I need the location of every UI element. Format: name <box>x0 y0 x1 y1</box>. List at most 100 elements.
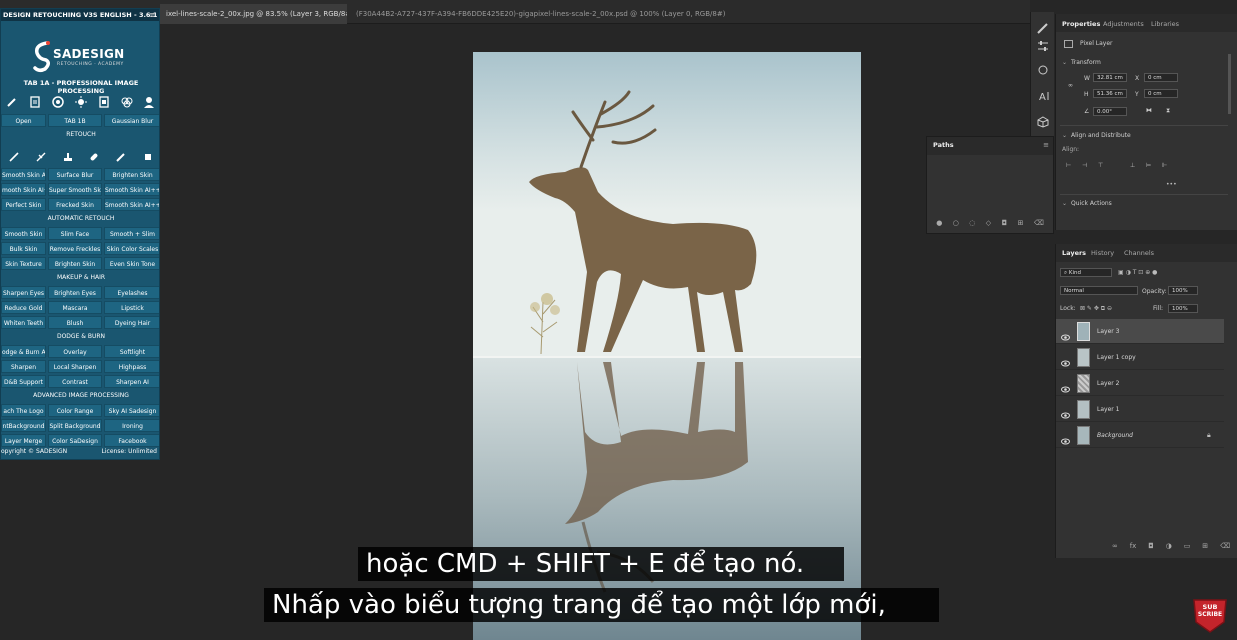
panel-menu-icon[interactable]: ≡ <box>1043 141 1049 149</box>
brighten-skin-2-button[interactable]: Brighten Skin <box>48 257 102 270</box>
pen-icon[interactable] <box>115 151 127 163</box>
trash-icon[interactable]: ⌫ <box>1034 219 1044 227</box>
fill-path-icon[interactable]: ● <box>936 219 942 227</box>
fill-field[interactable]: 100% <box>1168 304 1198 313</box>
layer-row[interactable]: Layer 1 <box>1056 397 1224 422</box>
chevron-down-icon[interactable]: ⌄ <box>1062 132 1067 139</box>
fx-icon[interactable]: fx <box>1130 542 1137 550</box>
y-field[interactable]: 0 cm <box>1144 89 1178 98</box>
dyeing-hair-button[interactable]: Dyeing Hair <box>104 316 159 329</box>
layer-row[interactable]: Background 🔒︎ <box>1056 423 1224 448</box>
3d-cube-icon[interactable] <box>1035 114 1051 130</box>
align-middle-icon[interactable]: ⊨ <box>1146 162 1151 169</box>
perfect-skin-button[interactable]: Perfect Skin <box>1 198 46 211</box>
tab-libraries[interactable]: Libraries <box>1151 17 1179 31</box>
smooth-skin-ai-plus2-button[interactable]: Smooth Skin AI++ <box>104 183 159 196</box>
smooth-skin-button[interactable]: Smooth Skin <box>1 227 46 240</box>
contrast-button[interactable]: Contrast <box>48 375 102 388</box>
align-top-icon[interactable]: ⊥ <box>1130 162 1135 169</box>
remove-freckles-button[interactable]: Remove Freckles <box>48 242 102 255</box>
whiten-teeth-button[interactable]: Whiten Teeth <box>1 316 46 329</box>
layer-filter-select[interactable]: ⌕ Kind <box>1060 268 1112 277</box>
new-path-icon[interactable]: ⊞ <box>1018 219 1024 227</box>
attach-logo-button[interactable]: ach The Logo <box>1 404 46 417</box>
dodge-burn-ai-button[interactable]: odge & Burn AI <box>1 345 46 358</box>
bandage-icon[interactable] <box>88 151 100 163</box>
new-layer-icon[interactable]: ⊞ <box>1202 542 1208 550</box>
gaussian-blur-button[interactable]: Gaussian Blur <box>104 114 159 127</box>
film-icon[interactable] <box>98 96 110 108</box>
flip-vertical-icon[interactable]: ⧗ <box>1166 107 1170 115</box>
layer-row[interactable]: Layer 3 <box>1056 319 1224 344</box>
subscribe-badge[interactable]: SUB SCRIBE <box>1190 598 1230 634</box>
sharpen-button[interactable]: Sharpen <box>1 360 46 373</box>
reduce-gold-button[interactable]: Reduce Gold <box>1 301 46 314</box>
ironing-button[interactable]: Ironing <box>104 419 159 432</box>
sky-ai-button[interactable]: Sky AI Sadesign <box>104 404 159 417</box>
document-icon[interactable] <box>29 96 41 108</box>
eye-icon[interactable] <box>1061 431 1070 445</box>
align-center-icon[interactable]: ⊣ <box>1082 162 1087 169</box>
trash-icon[interactable]: ⌫ <box>1220 542 1230 550</box>
sharpen-eyes-button[interactable]: Sharpen Eyes <box>1 286 46 299</box>
sliders-icon[interactable] <box>1035 38 1051 54</box>
surface-blur-button[interactable]: Surface Blur <box>48 168 102 181</box>
text-icon[interactable]: A <box>1035 88 1051 104</box>
tab-history[interactable]: History <box>1091 246 1114 260</box>
chevron-down-icon[interactable]: ⌄ <box>1062 59 1067 66</box>
lock-icons[interactable]: ⊠ ✎ ✥ ⧉ ⊖ <box>1080 305 1112 313</box>
brighten-skin-button[interactable]: Brighten Skin <box>104 168 159 181</box>
more-options-icon[interactable]: ••• <box>1166 181 1177 188</box>
chevron-down-icon[interactable]: ⌄ <box>1062 200 1067 207</box>
blush-button[interactable]: Blush <box>48 316 102 329</box>
brighten-eyes-button[interactable]: Brighten Eyes <box>48 286 102 299</box>
bulk-skin-button[interactable]: Bulk Skin <box>1 242 46 255</box>
angle-field[interactable]: 0.00° <box>1093 107 1127 116</box>
history-brush-icon[interactable] <box>1035 62 1051 78</box>
brush-icon[interactable] <box>6 96 18 108</box>
local-sharpen-button[interactable]: Local Sharpen <box>48 360 102 373</box>
tab-adjustments[interactable]: Adjustments <box>1103 17 1144 31</box>
slim-face-button[interactable]: Slim Face <box>48 227 102 240</box>
smooth-skin-ai-plus3-button[interactable]: Smooth Skin AI+++ <box>104 198 159 211</box>
scrollbar-thumb[interactable] <box>1228 54 1231 114</box>
opacity-field[interactable]: 100% <box>1168 286 1198 295</box>
smooth-skin-ai-plus-button[interactable]: mooth Skin AI+ <box>1 183 46 196</box>
overlay-button[interactable]: Overlay <box>48 345 102 358</box>
add-mask-icon[interactable]: ◘ <box>1002 219 1008 227</box>
document-tab-active[interactable]: ixel-lines-scale-2_00x.jpg @ 83.5% (Laye… <box>160 4 347 24</box>
skin-texture-button[interactable]: Skin Texture <box>1 257 46 270</box>
align-right-icon[interactable]: ⊤ <box>1098 162 1103 169</box>
aperture-icon[interactable] <box>52 96 64 108</box>
layer-row[interactable]: Layer 1 copy <box>1056 345 1224 370</box>
smooth-slim-button[interactable]: Smooth + Slim <box>104 227 159 240</box>
link-icon[interactable]: ∞ <box>1068 82 1073 89</box>
frecked-skin-button[interactable]: Frecked Skin <box>48 198 102 211</box>
align-left-icon[interactable]: ⊢ <box>1066 162 1071 169</box>
eye-icon[interactable] <box>1061 327 1070 341</box>
skin-color-scales-button[interactable]: Skin Color Scales <box>104 242 159 255</box>
adjustment-icon[interactable]: ◑ <box>1166 542 1172 550</box>
align-bottom-icon[interactable]: ⊩ <box>1162 162 1167 169</box>
flip-horizontal-icon[interactable]: ⧓ <box>1146 107 1152 114</box>
load-selection-icon[interactable]: ◌ <box>969 219 975 227</box>
folder-icon[interactable]: ▭ <box>1184 542 1191 550</box>
blend-mode-select[interactable]: Normal <box>1060 286 1138 295</box>
eye-icon[interactable] <box>1061 379 1070 393</box>
stamp-icon[interactable] <box>62 151 74 163</box>
split-background-button[interactable]: Split Background <box>48 419 102 432</box>
tab-channels[interactable]: Channels <box>1124 246 1154 260</box>
width-field[interactable]: 32.81 cm <box>1093 73 1127 82</box>
paint-background-button[interactable]: ntBackground <box>1 419 46 432</box>
plugin-menu-icon[interactable]: ≡ <box>150 9 155 21</box>
eye-icon[interactable] <box>1061 405 1070 419</box>
super-smooth-skin-button[interactable]: Super Smooth Skin <box>48 183 102 196</box>
tab-layers[interactable]: Layers <box>1062 246 1086 260</box>
document-tab-inactive[interactable]: (F30A44B2-A727-437F-A394-FB6DDE425E20)-g… <box>350 4 730 24</box>
add-mask-icon[interactable]: ◘ <box>1148 542 1154 550</box>
sun-icon[interactable] <box>74 96 87 108</box>
color-circles-icon[interactable] <box>121 96 133 108</box>
height-field[interactable]: 51.36 cm <box>1093 89 1127 98</box>
lipstick-button[interactable]: Lipstick <box>104 301 159 314</box>
eyelashes-button[interactable]: Eyelashes <box>104 286 159 299</box>
